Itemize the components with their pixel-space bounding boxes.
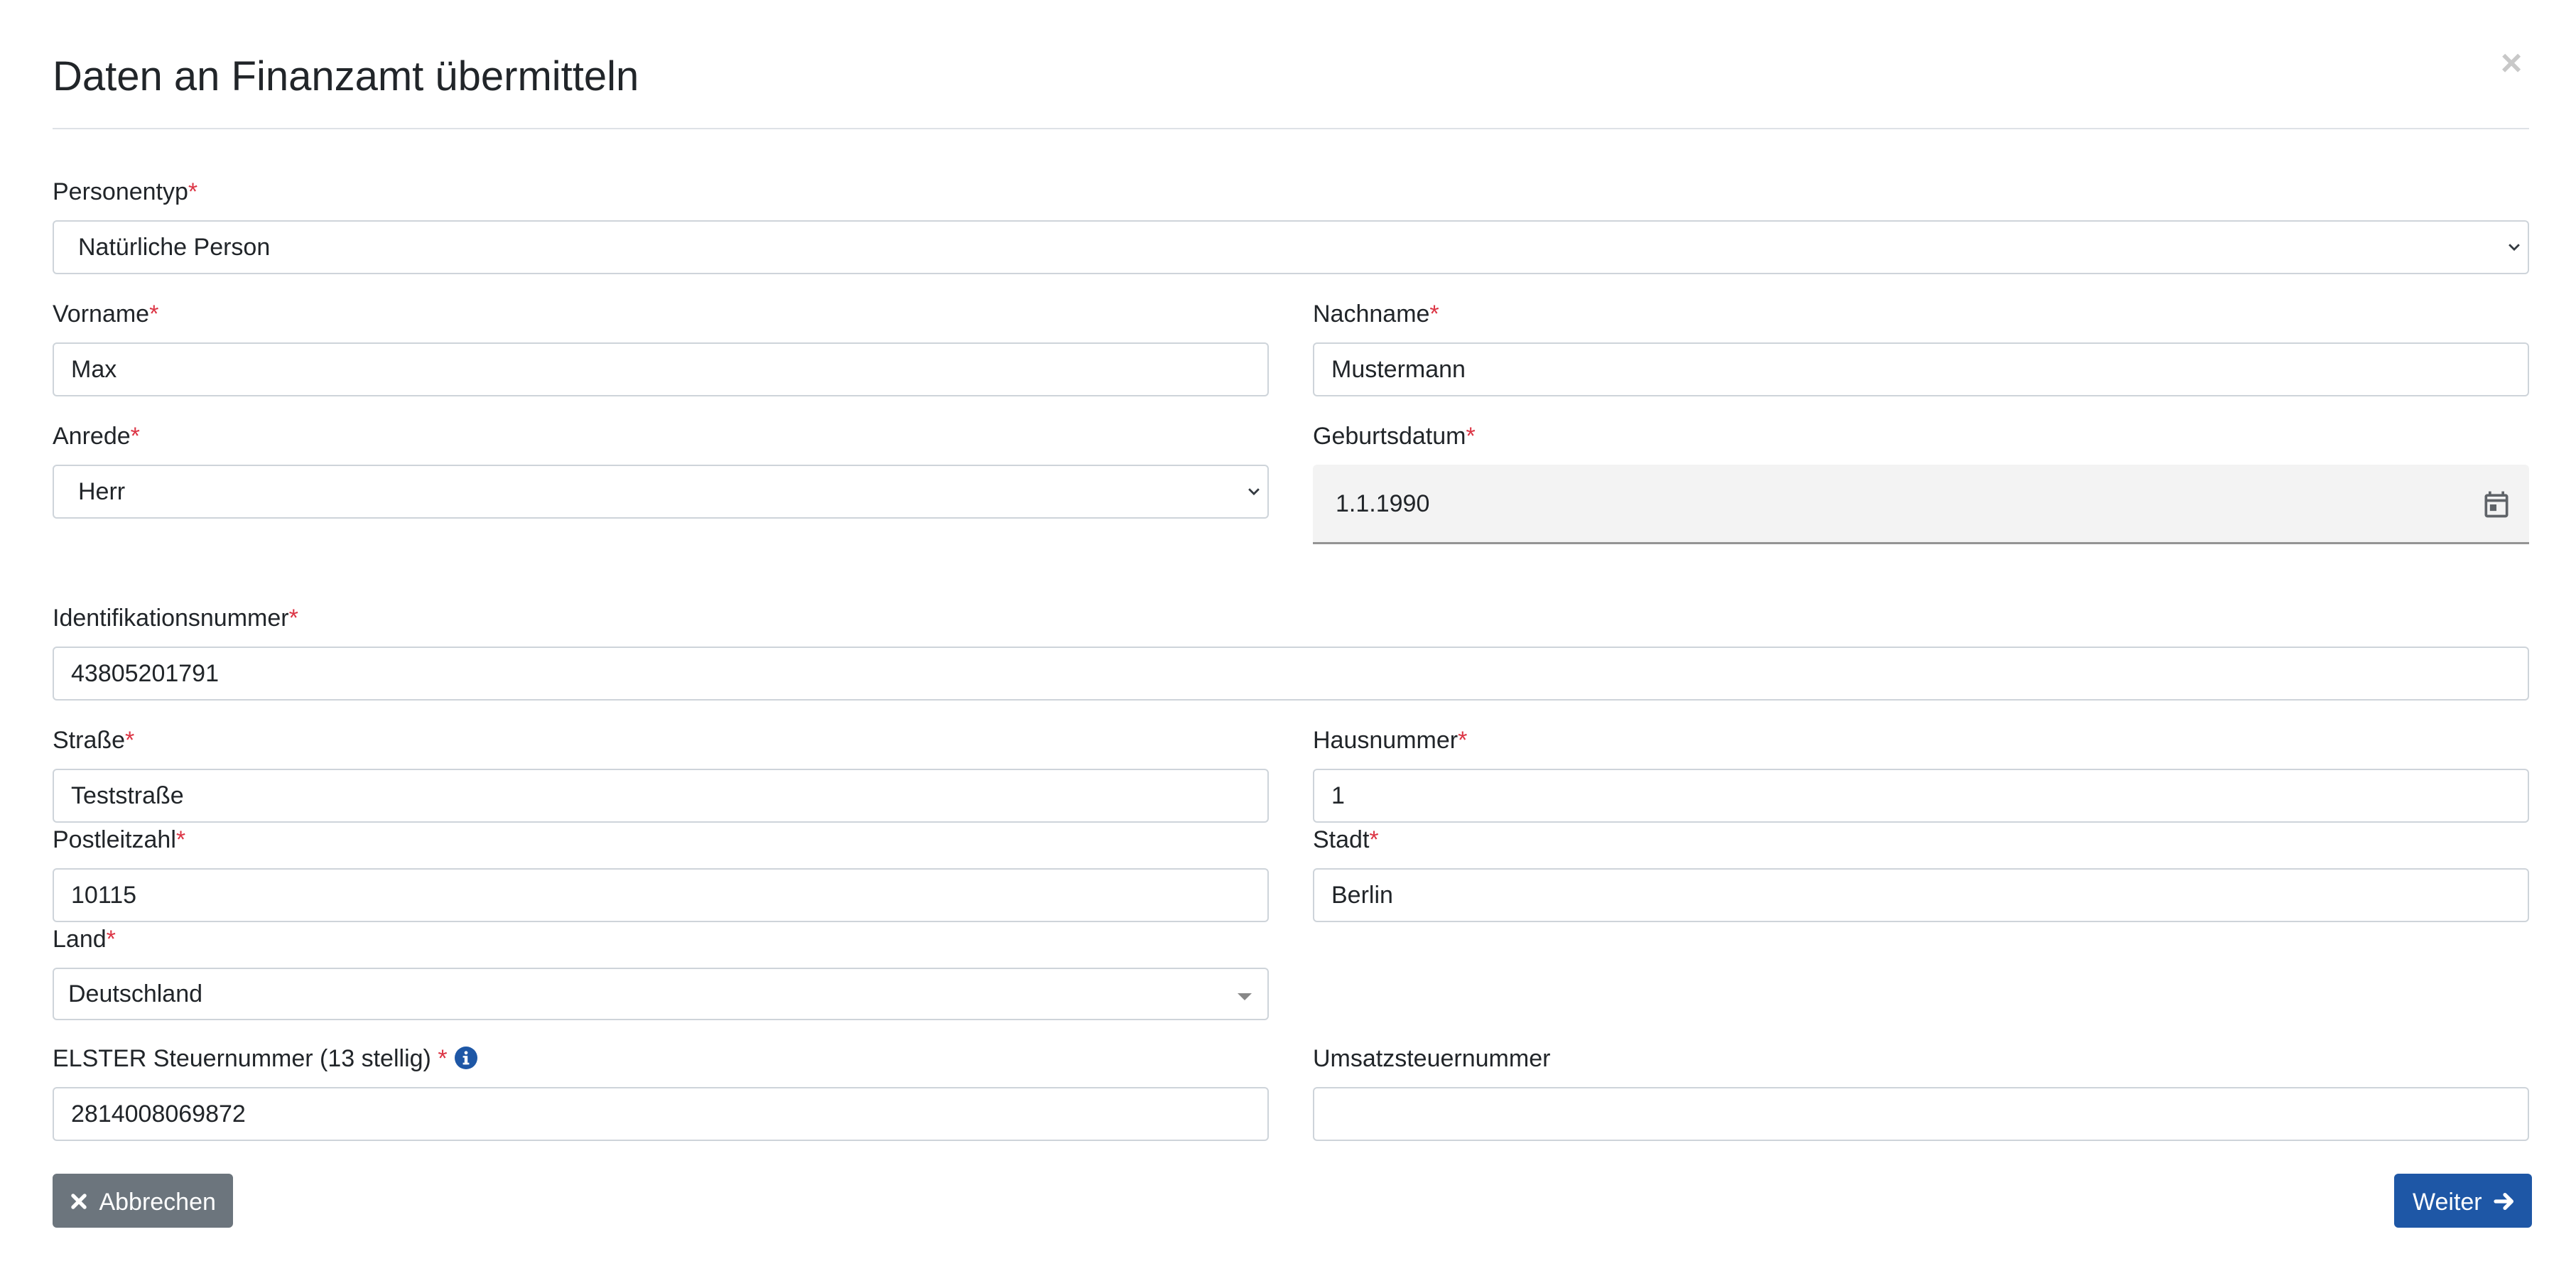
postleitzahl-input[interactable]: 10115 <box>53 868 1269 922</box>
identifikationsnummer-label: Identifikationsnummer* <box>53 605 298 632</box>
geburtsdatum-value: 1.1.1990 <box>1336 490 1430 517</box>
next-button-label: Weiter <box>2413 1189 2482 1216</box>
x-icon <box>71 1194 87 1209</box>
stadt-input[interactable]: Berlin <box>1313 868 2529 922</box>
geburtsdatum-datepicker[interactable]: 1.1.1990 <box>1313 465 2529 544</box>
geburtsdatum-label: Geburtsdatum* <box>1313 423 1476 450</box>
umsatzsteuernummer-label: Umsatzsteuernummer <box>1313 1045 1551 1072</box>
umsatzsteuernummer-input[interactable] <box>1313 1087 2529 1141</box>
next-button[interactable]: Weiter <box>2394 1174 2532 1228</box>
land-value: Deutschland <box>68 980 203 1007</box>
modal-header: Daten an Finanzamt übermitteln × <box>53 0 2529 129</box>
personentyp-select[interactable]: Natürliche Person <box>53 220 2529 274</box>
info-icon[interactable] <box>454 1047 477 1070</box>
modal-dialog: Daten an Finanzamt übermitteln × Persone… <box>0 0 2576 1276</box>
caret-down-icon <box>1238 993 1252 1000</box>
anrede-value: Herr <box>78 478 126 505</box>
nachname-input[interactable]: Mustermann <box>1313 342 2529 396</box>
strasse-input[interactable]: Teststraße <box>53 769 1269 823</box>
calendar-icon[interactable] <box>2481 489 2512 520</box>
modal-title: Daten an Finanzamt übermitteln <box>53 53 639 99</box>
nachname-label: Nachname* <box>1313 301 1439 328</box>
vorname-input[interactable]: Max <box>53 342 1269 396</box>
identifikationsnummer-input[interactable]: 43805201791 <box>53 647 2529 701</box>
hausnummer-label: Hausnummer* <box>1313 727 1468 754</box>
elster-steuernummer-input[interactable]: 2814008069872 <box>53 1087 1269 1141</box>
land-select[interactable]: Deutschland <box>53 968 1269 1020</box>
close-icon[interactable]: × <box>2494 45 2529 82</box>
hausnummer-input[interactable]: 1 <box>1313 769 2529 823</box>
stadt-label: Stadt* <box>1313 826 1379 853</box>
postleitzahl-label: Postleitzahl* <box>53 826 186 853</box>
arrow-right-icon <box>2494 1193 2514 1211</box>
chevron-down-icon <box>2509 244 2520 252</box>
cancel-button[interactable]: Abbrechen <box>53 1174 233 1228</box>
land-label: Land* <box>53 926 116 953</box>
anrede-select[interactable]: Herr <box>53 465 1269 519</box>
chevron-down-icon <box>1248 488 1260 496</box>
anrede-label: Anrede* <box>53 423 140 450</box>
personentyp-label: Personentyp* <box>53 178 198 205</box>
vorname-label: Vorname* <box>53 301 159 328</box>
strasse-label: Straße* <box>53 727 135 754</box>
personentyp-value: Natürliche Person <box>78 234 271 261</box>
elster-label: ELSTER Steuernummer (13 stellig) * <box>53 1043 477 1074</box>
cancel-button-label: Abbrechen <box>99 1189 216 1216</box>
